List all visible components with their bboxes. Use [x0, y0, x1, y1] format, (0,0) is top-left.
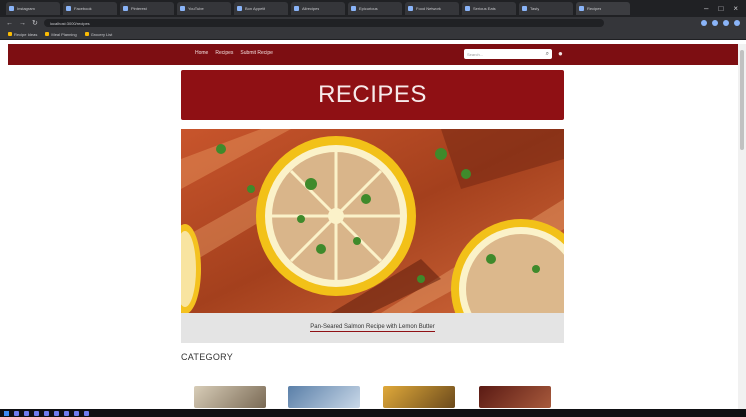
taskbar-app-icon[interactable]: [44, 410, 49, 416]
tab-favicon-icon: [522, 6, 527, 11]
nav-links: Home Recipes Submit Recipe: [195, 50, 273, 56]
taskbar-app-icon[interactable]: [24, 410, 29, 416]
salmon-lemon-photo: [181, 129, 564, 313]
browser-tab[interactable]: Bon Appetit: [234, 2, 288, 15]
reload-icon[interactable]: ↻: [32, 20, 38, 27]
tab-label: Facebook: [74, 6, 92, 11]
bookmarks-bar: Recipe Ideas Meal Planning Grocery List: [0, 29, 746, 40]
os-taskbar: [0, 409, 746, 417]
tab-label: Recipes: [587, 6, 602, 11]
category-card-2[interactable]: [288, 386, 360, 408]
bookmark-label: Recipe Ideas: [14, 31, 38, 37]
extension-icon[interactable]: [723, 20, 729, 26]
tab-label: Pinterest: [131, 6, 147, 11]
maximize-icon[interactable]: □: [718, 4, 723, 13]
tab-favicon-icon: [351, 6, 356, 11]
extension-icons: [701, 20, 740, 26]
address-bar[interactable]: localhost:3000/recipes: [43, 19, 604, 27]
tab-label: Serious Eats: [473, 6, 496, 11]
featured-recipe-caption-bar: Pan-Seared Salmon Recipe with Lemon Butt…: [181, 313, 564, 343]
search-icon[interactable]: ⌕: [546, 51, 549, 57]
bookmark-item[interactable]: Recipe Ideas: [8, 32, 37, 37]
nav-link-recipes[interactable]: Recipes: [215, 50, 233, 56]
tab-label: Food Network: [416, 6, 441, 11]
category-card-4[interactable]: [479, 386, 551, 408]
tab-favicon-icon: [408, 6, 413, 11]
start-icon[interactable]: [4, 410, 9, 416]
tab-favicon-icon: [465, 6, 470, 11]
user-icon[interactable]: ●: [558, 50, 563, 58]
folder-icon: [84, 32, 89, 36]
browser-tab[interactable]: Allrecipes: [291, 2, 345, 15]
profile-icon[interactable]: [734, 20, 740, 26]
tab-label: Allrecipes: [302, 6, 320, 11]
folder-icon: [8, 32, 12, 36]
taskbar-app-icon[interactable]: [14, 410, 19, 416]
browser-tab[interactable]: YouTube: [177, 2, 231, 15]
bookmark-item[interactable]: Grocery List: [84, 31, 113, 37]
extension-icon[interactable]: [712, 20, 718, 26]
browser-tab[interactable]: Tasty: [519, 2, 573, 15]
extension-icon[interactable]: [701, 20, 707, 26]
category-card-1[interactable]: [194, 386, 266, 408]
tab-label: Tasty: [530, 6, 540, 11]
browser-toolbar: ← → ↻ localhost:3000/recipes: [0, 17, 746, 29]
tab-label: YouTube: [188, 6, 204, 11]
hero-banner: RECIPES: [181, 70, 564, 120]
category-heading: CATEGORY: [181, 352, 234, 362]
nav-link-submit-recipe[interactable]: Submit Recipe: [240, 50, 273, 56]
nav-link-home[interactable]: Home: [195, 50, 208, 56]
minimize-icon[interactable]: –: [704, 4, 708, 13]
bookmark-label: Meal Planning: [51, 31, 77, 37]
browser-tab-active[interactable]: Recipes: [576, 2, 630, 15]
folder-icon: [45, 32, 50, 36]
browser-tab[interactable]: Facebook: [63, 2, 117, 15]
search-placeholder: Search...: [467, 51, 484, 57]
tab-favicon-icon: [237, 6, 242, 11]
page-title: RECIPES: [318, 81, 427, 108]
close-icon[interactable]: ×: [733, 4, 738, 13]
tab-favicon-icon: [123, 6, 128, 11]
taskbar-app-icon[interactable]: [84, 410, 89, 416]
taskbar-app-icon[interactable]: [54, 410, 59, 416]
taskbar-app-icon[interactable]: [64, 410, 69, 416]
taskbar-app-icon[interactable]: [34, 410, 39, 416]
taskbar-app-icon[interactable]: [74, 410, 79, 416]
search-input[interactable]: Search... ⌕: [464, 49, 552, 59]
browser-tab[interactable]: Pinterest: [120, 2, 174, 15]
browser-tab[interactable]: Food Network: [405, 2, 459, 15]
tab-label: Instagram: [17, 6, 35, 11]
tab-favicon-icon: [9, 6, 14, 11]
browser-tab[interactable]: Serious Eats: [462, 2, 516, 15]
forward-icon[interactable]: →: [19, 20, 26, 27]
page-scrollbar[interactable]: [738, 44, 746, 409]
browser-tab-strip: Instagram Facebook Pinterest YouTube Bon…: [0, 0, 746, 17]
tab-favicon-icon: [294, 6, 299, 11]
tab-favicon-icon: [579, 6, 584, 11]
tab-favicon-icon: [180, 6, 185, 11]
browser-tab[interactable]: Instagram: [6, 2, 60, 15]
tab-favicon-icon: [66, 6, 71, 11]
address-bar-url: localhost:3000/recipes: [49, 20, 90, 26]
tab-label: Bon Appetit: [245, 6, 266, 11]
back-icon[interactable]: ←: [6, 20, 13, 27]
scrollbar-thumb[interactable]: [740, 50, 744, 150]
bookmark-item[interactable]: Meal Planning: [45, 31, 77, 37]
featured-recipe-link[interactable]: Pan-Seared Salmon Recipe with Lemon Butt…: [310, 324, 435, 332]
tab-label: Epicurious: [359, 6, 378, 11]
featured-recipe-image[interactable]: [181, 129, 564, 313]
site-navbar: Home Recipes Submit Recipe Search... ⌕ ●: [8, 44, 738, 65]
bookmark-label: Grocery List: [90, 31, 113, 37]
window-controls: – □ ×: [704, 4, 746, 13]
browser-tab[interactable]: Epicurious: [348, 2, 402, 15]
category-card-3[interactable]: [383, 386, 455, 408]
